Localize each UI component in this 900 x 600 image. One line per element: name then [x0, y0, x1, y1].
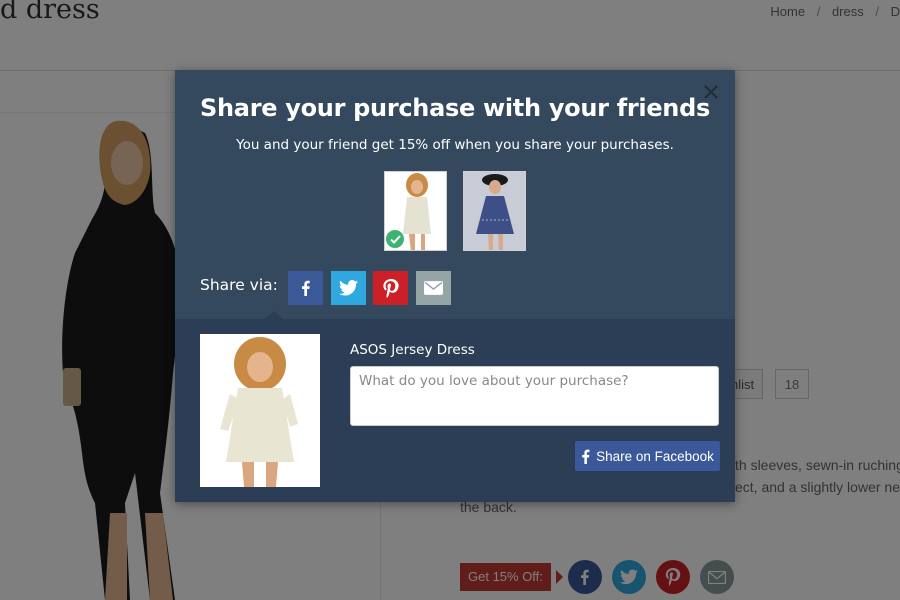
share-email-button[interactable] [416, 271, 451, 305]
share-purchase-modal: Share your purchase with your friends Yo… [175, 70, 735, 502]
share-facebook-button[interactable] [288, 271, 323, 305]
facebook-icon [582, 449, 590, 464]
facebook-icon [301, 280, 310, 296]
email-icon [424, 281, 443, 295]
product-thumbnail-image [464, 172, 525, 250]
selected-check-badge [386, 230, 404, 248]
share-pinterest-button[interactable] [373, 271, 408, 305]
twitter-icon [339, 280, 358, 296]
product-image [200, 334, 320, 487]
product-name: ASOS Jersey Dress [350, 342, 475, 358]
share-on-facebook-button[interactable]: Share on Facebook [575, 441, 720, 471]
share-via-label: Share via: [200, 276, 278, 294]
product-thumbnail[interactable] [463, 171, 526, 251]
modal-subtitle: You and your friend get 15% off when you… [236, 137, 674, 153]
modal-title: Share your purchase with your friends [200, 94, 710, 122]
check-icon [389, 234, 401, 244]
panel-pointer [265, 311, 283, 319]
share-on-facebook-label: Share on Facebook [596, 448, 714, 464]
share-twitter-button[interactable] [331, 271, 366, 305]
product-thumbnail-selected[interactable] [384, 171, 447, 251]
product-photo [200, 334, 320, 487]
comment-input[interactable] [350, 366, 719, 426]
pinterest-icon [382, 278, 399, 298]
